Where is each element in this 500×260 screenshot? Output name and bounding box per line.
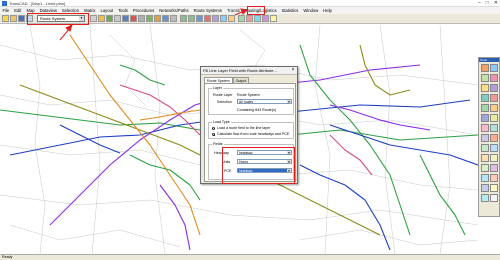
- dialog-close-icon[interactable]: ×: [290, 68, 296, 74]
- scale-tool-icon[interactable]: [490, 174, 498, 182]
- window-controls: – □ ✕: [478, 1, 498, 6]
- selection-dropdown[interactable]: All routes ▼: [237, 99, 292, 104]
- layer-group-label: Layer: [212, 86, 223, 90]
- maximize-button[interactable]: □: [486, 1, 489, 6]
- legend-icon[interactable]: [162, 15, 169, 22]
- network-icon[interactable]: [262, 15, 269, 22]
- symbol-icon[interactable]: [490, 144, 498, 152]
- load-type-group: Load Type Load a route field to the line…: [208, 120, 294, 139]
- radio-calculate-flow-label: Calculate flow from route headways and P…: [217, 132, 290, 136]
- arrow-tool-icon[interactable]: [481, 154, 489, 162]
- status-text: Ready: [2, 255, 13, 259]
- zoom-in-icon[interactable]: [180, 15, 187, 22]
- labels-icon[interactable]: [138, 15, 145, 22]
- highlight-box-layer: [27, 13, 89, 25]
- pointer-icon[interactable]: [98, 15, 105, 22]
- measure-icon[interactable]: [228, 15, 235, 22]
- stop-tool-icon[interactable]: [481, 114, 489, 122]
- dialog-title: Fill Line Layer Field with Route Attribu…: [201, 67, 297, 75]
- map-tool-icon[interactable]: [481, 164, 489, 172]
- theme-icon[interactable]: [146, 15, 153, 22]
- new-icon[interactable]: [2, 15, 9, 22]
- area-tool-icon[interactable]: [490, 124, 498, 132]
- selection-label: Selection: [217, 100, 232, 104]
- menu-file[interactable]: File: [0, 7, 12, 14]
- radio-load-route-field[interactable]: [212, 127, 215, 130]
- containing-routes-text: Containing 843 Route(s): [237, 108, 276, 112]
- transit-icon[interactable]: [246, 15, 253, 22]
- menu-transit[interactable]: Transit: [225, 7, 243, 14]
- menu-tools[interactable]: Tools: [116, 7, 131, 14]
- box-tool-icon[interactable]: [490, 154, 498, 162]
- route-layer-value: Route System: [237, 93, 260, 97]
- minimize-button[interactable]: –: [478, 1, 481, 6]
- route-tool-icon[interactable]: [490, 104, 498, 112]
- menu-window[interactable]: Window: [301, 7, 321, 14]
- status-bar: Ready: [0, 254, 500, 260]
- pin-icon[interactable]: [490, 94, 498, 102]
- menu-layout[interactable]: Layout: [98, 7, 116, 14]
- app-icon: [2, 0, 7, 6]
- layer-group: Layer Route Layer Route System Selection…: [208, 86, 294, 115]
- window-title: TransCAD - [Map1 - Live# plan]: [9, 0, 66, 6]
- chevron-down-icon[interactable]: ▼: [287, 100, 291, 103]
- info-tool-icon[interactable]: [490, 84, 498, 92]
- edit-tool-icon[interactable]: [481, 134, 489, 142]
- label-tool-icon[interactable]: [490, 134, 498, 142]
- pan-icon[interactable]: [196, 15, 203, 22]
- select-point-icon[interactable]: [481, 74, 489, 82]
- info-icon[interactable]: [90, 15, 97, 22]
- menu-networks-paths[interactable]: Networks/Paths: [157, 7, 191, 14]
- zoom-tool-icon[interactable]: [481, 64, 489, 72]
- tool-palette: Tools: [478, 57, 500, 217]
- save-icon[interactable]: [18, 15, 25, 22]
- highlight-icon[interactable]: [270, 15, 277, 22]
- more-tools-icon[interactable]: [490, 194, 498, 202]
- text-tool-icon[interactable]: [490, 114, 498, 122]
- load-type-label: Load Type: [212, 120, 231, 124]
- open-icon[interactable]: [10, 15, 17, 22]
- route-icon[interactable]: [238, 15, 245, 22]
- previous-view-icon[interactable]: [212, 15, 219, 22]
- stops-icon[interactable]: [254, 15, 261, 22]
- chart-icon[interactable]: [154, 15, 161, 22]
- path-icon[interactable]: [481, 104, 489, 112]
- radio-load-route-field-label: Load a route field to the line layer: [217, 126, 271, 130]
- ruler-icon[interactable]: [481, 94, 489, 102]
- highlight-box-transit-menu: [247, 6, 265, 15]
- menu-statistics[interactable]: Statistics: [279, 7, 301, 14]
- zoom-out-icon[interactable]: [188, 15, 195, 22]
- select-polygon-icon[interactable]: [481, 84, 489, 92]
- north-arrow-icon[interactable]: [481, 174, 489, 182]
- menu-procedures[interactable]: Procedures: [130, 7, 156, 14]
- chart-tool-icon[interactable]: [490, 184, 498, 192]
- fields-group-label: Fields: [212, 142, 224, 146]
- select-circle-icon[interactable]: [490, 74, 498, 82]
- close-button[interactable]: ✕: [494, 1, 498, 6]
- world-icon[interactable]: [204, 15, 211, 22]
- image-tool-icon[interactable]: [481, 184, 489, 192]
- style-icon[interactable]: [130, 15, 137, 22]
- fill-icon[interactable]: [122, 15, 129, 22]
- scale-icon[interactable]: [170, 15, 177, 22]
- star-tool-icon[interactable]: [481, 194, 489, 202]
- radio-calculate-flow[interactable]: [212, 133, 215, 136]
- pan-tool-icon[interactable]: [490, 64, 498, 72]
- selection-value: All routes: [239, 100, 254, 104]
- freehand-icon[interactable]: [481, 144, 489, 152]
- next-view-icon[interactable]: [220, 15, 227, 22]
- select-icon[interactable]: [114, 15, 121, 22]
- line-tool-icon[interactable]: [481, 124, 489, 132]
- layer-settings-icon[interactable]: [106, 15, 113, 22]
- highlight-box-fields: [222, 147, 295, 184]
- menu-edit[interactable]: Edit: [12, 7, 24, 14]
- menu-help[interactable]: Help: [321, 7, 335, 14]
- menu-route-systems[interactable]: Route Systems: [191, 7, 224, 14]
- palette-title: Tools: [479, 58, 499, 62]
- route-layer-label: Route Layer: [213, 93, 233, 97]
- legend-tool-icon[interactable]: [490, 164, 498, 172]
- app-window: TransCAD - [Map1 - Live# plan] – □ ✕ Fil…: [0, 0, 500, 260]
